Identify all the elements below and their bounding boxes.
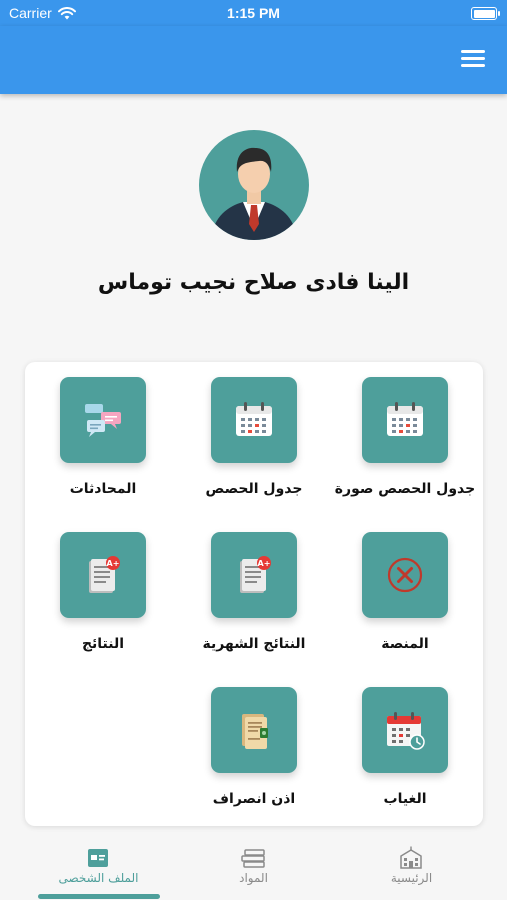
svg-text:A+: A+ bbox=[258, 559, 271, 568]
chat-bubbles-icon bbox=[85, 404, 121, 437]
calendar-icon bbox=[236, 402, 272, 436]
tile-label: النتائج الشهرية bbox=[202, 636, 306, 652]
student-name: الينا فادى صلاح نجيب توماس bbox=[97, 270, 410, 295]
tile-icon-box: A+ bbox=[211, 532, 297, 618]
svg-text:A+: A+ bbox=[107, 559, 120, 568]
calendar-icon bbox=[387, 402, 423, 436]
tile-chats[interactable]: المحادثات bbox=[28, 377, 178, 507]
nav-item-subjects[interactable]: المواد bbox=[169, 836, 338, 900]
tile-icon-box bbox=[362, 377, 448, 463]
tile-timetable-image[interactable]: جدول الحصص صورة bbox=[330, 377, 480, 507]
hamburger-menu-icon[interactable] bbox=[461, 50, 485, 70]
nav-item-profile[interactable]: الملف الشخصى bbox=[14, 836, 183, 900]
battery-icon bbox=[471, 7, 500, 20]
tile-label: اذن انصراف bbox=[212, 791, 296, 807]
tile-absence[interactable]: الغياب bbox=[330, 687, 480, 817]
nav-item-home[interactable]: الرئيسية bbox=[327, 836, 496, 900]
books-stack-icon bbox=[241, 849, 265, 868]
permission-document-icon bbox=[242, 714, 268, 749]
bottom-nav: الرئيسية المواد الملف الشخصى bbox=[0, 836, 507, 900]
tile-timetable[interactable]: جدول الحصص bbox=[179, 377, 329, 507]
tile-monthly-results[interactable]: A+ النتائج الشهرية bbox=[179, 532, 329, 662]
status-time: 1:15 PM bbox=[227, 5, 280, 21]
report-grade-icon: A+ bbox=[89, 556, 120, 593]
tile-leave-permission[interactable]: اذن انصراف bbox=[179, 687, 329, 817]
close-circle-icon bbox=[387, 557, 423, 593]
nav-label: الملف الشخصى bbox=[58, 871, 139, 885]
tile-label: المنصة bbox=[381, 636, 429, 652]
tile-results[interactable]: A+ النتائج bbox=[28, 532, 178, 662]
tile-icon-box bbox=[362, 532, 448, 618]
nav-label: المواد bbox=[239, 871, 268, 885]
status-bar: Carrier 1:15 PM bbox=[0, 0, 507, 26]
tile-label: جدول الحصص bbox=[205, 481, 303, 497]
school-building-icon bbox=[400, 846, 422, 869]
report-grade-icon: A+ bbox=[240, 556, 271, 593]
tile-label: النتائج bbox=[81, 636, 125, 652]
tile-icon-box bbox=[60, 377, 146, 463]
tile-label: المحادثات bbox=[69, 481, 137, 497]
active-tab-indicator bbox=[38, 894, 160, 899]
businessman-avatar-icon bbox=[211, 147, 297, 240]
tile-platform[interactable]: المنصة bbox=[330, 532, 480, 662]
nav-label: الرئيسية bbox=[390, 871, 433, 885]
app-bar bbox=[0, 26, 507, 94]
tile-icon-box bbox=[211, 377, 297, 463]
profile-avatar bbox=[199, 130, 309, 240]
tile-icon-box: A+ bbox=[60, 532, 146, 618]
tile-label: جدول الحصص صورة bbox=[334, 481, 476, 497]
profile-card-icon bbox=[88, 849, 108, 867]
tile-label: الغياب bbox=[383, 791, 427, 807]
menu-card: جدول الحصص صورة جدول الحصص المحادثات الم… bbox=[25, 362, 483, 826]
attendance-calendar-icon bbox=[387, 712, 425, 750]
tile-icon-box bbox=[211, 687, 297, 773]
tile-icon-box bbox=[362, 687, 448, 773]
